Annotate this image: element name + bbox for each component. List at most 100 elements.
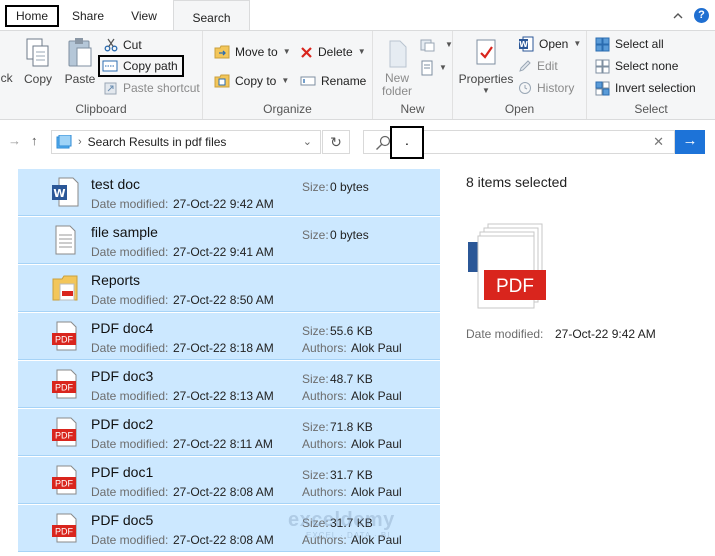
move-to-button[interactable]: Move to ▼ [214, 42, 291, 62]
forward-arrow-icon[interactable]: → [8, 133, 21, 148]
text-file-icon [51, 225, 79, 258]
copy-to-button[interactable]: Copy to ▼ [214, 71, 289, 91]
open-group-label: Open [504, 102, 535, 116]
authors-value: Alok Paul [351, 437, 402, 451]
watermark-logo: exceldemy [288, 509, 395, 531]
chevron-down-icon[interactable]: ⌄ [303, 135, 312, 148]
pin-label: ick [0, 71, 13, 85]
select-none-button[interactable]: Select none [595, 56, 678, 76]
date-modified-value: 27-Oct-22 9:41 AM [173, 245, 274, 259]
pin-quick-access-button[interactable]: ick [0, 71, 13, 85]
file-name: PDF doc5 [91, 512, 154, 528]
history-icon [519, 82, 531, 94]
search-input[interactable]: . [390, 126, 424, 159]
date-modified-value: 27-Oct-22 8:08 AM [173, 533, 274, 547]
chevron-down-icon: ▼ [439, 63, 447, 72]
rename-button[interactable]: Rename [300, 71, 366, 91]
authors-value: Alok Paul [351, 485, 402, 499]
delete-label: Delete [318, 45, 353, 59]
new-folder-label-2: folder [381, 84, 413, 98]
date-modified-value: 27-Oct-22 9:42 AM [173, 197, 274, 211]
date-modified-label: Date modified: [91, 533, 169, 547]
select-none-label: Select none [615, 59, 679, 73]
size-value: 0 bytes [330, 228, 369, 242]
open-button[interactable]: W Open ▼ [518, 34, 581, 54]
tab-view[interactable]: View [118, 4, 170, 28]
svg-text:W: W [519, 40, 528, 49]
new-folder-button[interactable]: New folder [380, 37, 414, 98]
close-icon[interactable]: ✕ [653, 134, 664, 150]
scissors-icon [104, 38, 118, 52]
copy-path-icon [102, 60, 118, 72]
properties-label: Properties [458, 72, 514, 86]
file-name: PDF doc4 [91, 320, 154, 336]
search-box[interactable]: . ✕ [363, 126, 675, 159]
delete-icon [301, 46, 312, 58]
edit-button[interactable]: Edit [518, 56, 558, 76]
date-modified-value: 27-Oct-22 8:11 AM [173, 437, 273, 451]
file-row[interactable]: PDF PDF doc3 Date modified: 27-Oct-22 8:13 … [18, 361, 440, 408]
paste-shortcut-button[interactable]: Paste shortcut [104, 78, 200, 98]
properties-button[interactable]: Properties ▼ [458, 37, 514, 95]
history-button[interactable]: History [518, 78, 574, 98]
up-arrow-icon[interactable]: ↑ [31, 133, 38, 148]
move-to-label: Move to [235, 45, 278, 59]
copy-button[interactable]: Copy [22, 37, 54, 86]
clipboard-group: ick Copy Paste Cut [0, 31, 203, 119]
address-bar[interactable]: › Search Results in pdf files ⌄ [51, 130, 321, 154]
paste-label: Paste [64, 72, 96, 86]
help-icon[interactable]: ? [694, 8, 709, 23]
file-row[interactable]: Reports Date modified: 27-Oct-22 8:50 AM [18, 265, 440, 312]
search-go-button[interactable]: → [675, 130, 705, 154]
pdf-icon: PDF [51, 513, 79, 546]
file-row[interactable]: file sample Date modified: 27-Oct-22 9:41 … [18, 217, 440, 264]
date-modified-value: 27-Oct-22 8:13 AM [173, 389, 274, 403]
easy-access-icon [421, 60, 433, 76]
paste-button[interactable]: Paste [63, 37, 97, 86]
svg-text:W: W [53, 187, 65, 200]
easy-access-button[interactable]: ▼ [420, 58, 447, 78]
tab-search[interactable]: Search [173, 0, 250, 30]
select-all-label: Select all [615, 37, 664, 51]
authors-label: Authors: [302, 485, 347, 499]
clipboard-group-label: Clipboard [75, 102, 127, 116]
chevron-down-icon: ▼ [445, 40, 453, 49]
rename-label: Rename [321, 74, 367, 88]
new-item-button[interactable]: ▼ [420, 35, 453, 55]
open-label: Open [539, 37, 569, 51]
date-modified-value: 27-Oct-22 8:50 AM [173, 293, 274, 307]
date-modified-label: Date modified: [91, 293, 169, 307]
file-row[interactable]: Wtest doc Date modified: 27-Oct-22 9:42 AM… [18, 169, 440, 216]
paste-shortcut-icon [104, 82, 117, 95]
ribbon-tabs: Home Share View Search ? [0, 0, 715, 30]
refresh-icon: ↻ [330, 134, 342, 150]
invert-selection-button[interactable]: Invert selection [595, 78, 696, 98]
file-name: PDF doc3 [91, 368, 154, 384]
svg-text:PDF: PDF [55, 383, 74, 393]
file-list: Wtest doc Date modified: 27-Oct-22 9:42 AM… [18, 169, 440, 556]
collapse-ribbon-icon[interactable] [672, 10, 684, 22]
invert-selection-label: Invert selection [615, 81, 696, 95]
size-label: Size: [302, 420, 329, 434]
file-name: PDF doc1 [91, 464, 154, 480]
tab-home[interactable]: Home [5, 5, 59, 27]
file-row[interactable]: PDF PDF doc4 Date modified: 27-Oct-22 8:18 … [18, 313, 440, 360]
file-row[interactable]: PDF PDF doc1 Date modified: 27-Oct-22 8:08 … [18, 457, 440, 504]
select-all-button[interactable]: Select all [595, 34, 664, 54]
file-row[interactable]: PDF PDF doc2 Date modified: 27-Oct-22 8:11 … [18, 409, 440, 456]
refresh-button[interactable]: ↻ [322, 130, 350, 154]
tab-share[interactable]: Share [62, 4, 114, 28]
select-group-label: Select [634, 102, 668, 116]
date-modified-label: Date modified: [91, 197, 169, 211]
date-modified-value: 27-Oct-22 8:18 AM [173, 341, 274, 355]
move-to-icon [214, 45, 230, 59]
copy-path-button[interactable]: Copy path [98, 55, 184, 77]
cut-button[interactable]: Cut [104, 35, 142, 55]
size-value: 31.7 KB [330, 468, 373, 482]
svg-text:PDF: PDF [55, 527, 74, 537]
word-doc-icon: W [51, 177, 79, 210]
address-row: → ↑ › Search Results in pdf files ⌄ ↻ . … [0, 121, 715, 163]
new-group: New folder ▼ ▼ New [373, 31, 453, 119]
delete-button[interactable]: Delete ▼ [300, 42, 366, 62]
new-group-label: New [400, 102, 425, 116]
